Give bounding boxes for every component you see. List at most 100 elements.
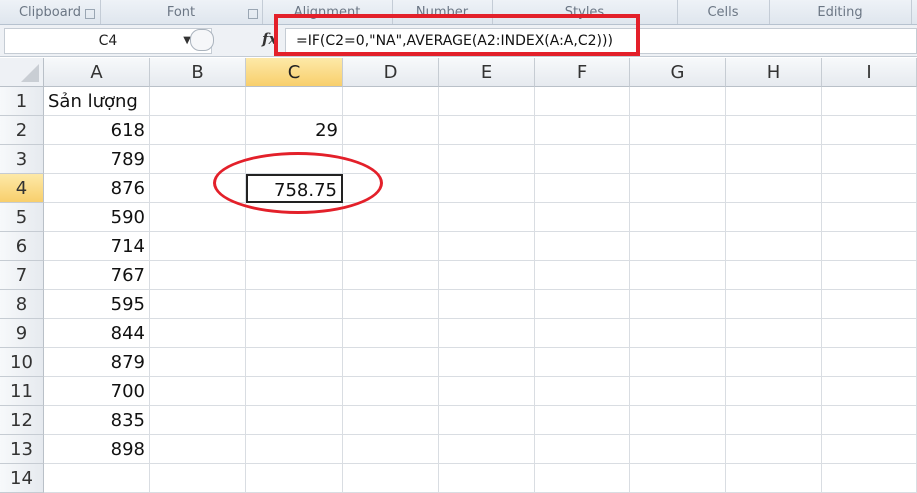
row-header-5[interactable]: 5 — [0, 203, 44, 232]
cell-F4[interactable] — [535, 174, 630, 203]
cell-H9[interactable] — [726, 319, 822, 348]
cell-A14[interactable] — [44, 464, 150, 493]
cell-B11[interactable] — [150, 377, 246, 406]
cell-D2[interactable] — [343, 116, 439, 145]
row-header-1[interactable]: 1 — [0, 87, 44, 116]
cell-I12[interactable] — [822, 406, 917, 435]
cell-C6[interactable] — [246, 232, 343, 261]
cell-C7[interactable] — [246, 261, 343, 290]
cell-F11[interactable] — [535, 377, 630, 406]
cell-G11[interactable] — [630, 377, 726, 406]
cell-H1[interactable] — [726, 87, 822, 116]
cell-F8[interactable] — [535, 290, 630, 319]
cell-D1[interactable] — [343, 87, 439, 116]
ribbon-group-font[interactable]: Font — [100, 0, 263, 24]
cell-F14[interactable] — [535, 464, 630, 493]
row-header-9[interactable]: 9 — [0, 319, 44, 348]
cell-I2[interactable] — [822, 116, 917, 145]
cell-E12[interactable] — [439, 406, 535, 435]
cell-A8[interactable]: 595 — [44, 290, 150, 319]
cell-D12[interactable] — [343, 406, 439, 435]
cell-D11[interactable] — [343, 377, 439, 406]
column-header-B[interactable]: B — [150, 58, 246, 87]
cell-I3[interactable] — [822, 145, 917, 174]
expand-handle[interactable] — [190, 29, 214, 51]
cell-E4[interactable] — [439, 174, 535, 203]
row-header-14[interactable]: 14 — [0, 464, 44, 493]
cell-G13[interactable] — [630, 435, 726, 464]
cell-B2[interactable] — [150, 116, 246, 145]
cell-H13[interactable] — [726, 435, 822, 464]
cell-I9[interactable] — [822, 319, 917, 348]
cell-G8[interactable] — [630, 290, 726, 319]
cell-A12[interactable]: 835 — [44, 406, 150, 435]
cell-A10[interactable]: 879 — [44, 348, 150, 377]
cell-A7[interactable]: 767 — [44, 261, 150, 290]
cell-B9[interactable] — [150, 319, 246, 348]
cell-D8[interactable] — [343, 290, 439, 319]
cell-C13[interactable] — [246, 435, 343, 464]
cell-F10[interactable] — [535, 348, 630, 377]
cell-C9[interactable] — [246, 319, 343, 348]
cell-F6[interactable] — [535, 232, 630, 261]
column-header-G[interactable]: G — [630, 58, 726, 87]
cell-I6[interactable] — [822, 232, 917, 261]
cell-D6[interactable] — [343, 232, 439, 261]
cell-I5[interactable] — [822, 203, 917, 232]
row-header-7[interactable]: 7 — [0, 261, 44, 290]
cell-A1[interactable]: Sản lượng — [44, 87, 150, 116]
cell-C2[interactable]: 29 — [246, 116, 343, 145]
cell-F5[interactable] — [535, 203, 630, 232]
dialog-launcher-icon[interactable] — [248, 9, 258, 19]
column-header-D[interactable]: D — [343, 58, 439, 87]
cell-G9[interactable] — [630, 319, 726, 348]
cell-I8[interactable] — [822, 290, 917, 319]
cell-H6[interactable] — [726, 232, 822, 261]
row-header-3[interactable]: 3 — [0, 145, 44, 174]
cell-C10[interactable] — [246, 348, 343, 377]
select-all-button[interactable] — [0, 58, 44, 87]
column-header-C[interactable]: C — [246, 58, 343, 87]
cell-A4[interactable]: 876 — [44, 174, 150, 203]
cell-G12[interactable] — [630, 406, 726, 435]
cell-E3[interactable] — [439, 145, 535, 174]
cell-I4[interactable] — [822, 174, 917, 203]
column-header-E[interactable]: E — [439, 58, 535, 87]
cell-G10[interactable] — [630, 348, 726, 377]
cell-C12[interactable] — [246, 406, 343, 435]
column-header-H[interactable]: H — [726, 58, 822, 87]
cell-G1[interactable] — [630, 87, 726, 116]
cell-F2[interactable] — [535, 116, 630, 145]
cell-E6[interactable] — [439, 232, 535, 261]
cell-H14[interactable] — [726, 464, 822, 493]
cell-G7[interactable] — [630, 261, 726, 290]
cell-G2[interactable] — [630, 116, 726, 145]
row-header-12[interactable]: 12 — [0, 406, 44, 435]
row-header-13[interactable]: 13 — [0, 435, 44, 464]
cell-B14[interactable] — [150, 464, 246, 493]
cell-A9[interactable]: 844 — [44, 319, 150, 348]
cell-B13[interactable] — [150, 435, 246, 464]
cell-B1[interactable] — [150, 87, 246, 116]
cell-C11[interactable] — [246, 377, 343, 406]
column-header-I[interactable]: I — [822, 58, 917, 87]
cell-E1[interactable] — [439, 87, 535, 116]
cell-I10[interactable] — [822, 348, 917, 377]
cell-D7[interactable] — [343, 261, 439, 290]
cell-B6[interactable] — [150, 232, 246, 261]
row-header-6[interactable]: 6 — [0, 232, 44, 261]
cell-A2[interactable]: 618 — [44, 116, 150, 145]
cell-A13[interactable]: 898 — [44, 435, 150, 464]
cell-B8[interactable] — [150, 290, 246, 319]
cell-I7[interactable] — [822, 261, 917, 290]
cell-I1[interactable] — [822, 87, 917, 116]
cell-D5[interactable] — [343, 203, 439, 232]
name-box[interactable]: C4 ▼ — [4, 28, 212, 54]
cell-E11[interactable] — [439, 377, 535, 406]
cell-H7[interactable] — [726, 261, 822, 290]
cell-G5[interactable] — [630, 203, 726, 232]
cell-C1[interactable] — [246, 87, 343, 116]
row-header-11[interactable]: 11 — [0, 377, 44, 406]
cell-C8[interactable] — [246, 290, 343, 319]
cell-F7[interactable] — [535, 261, 630, 290]
